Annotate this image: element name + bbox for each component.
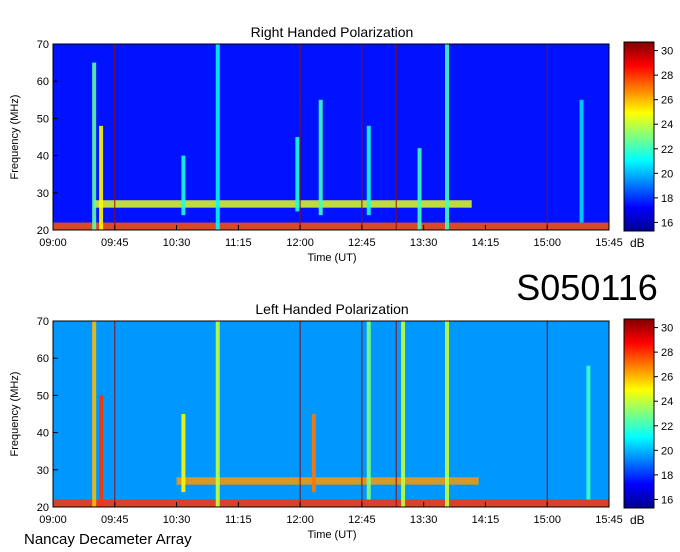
radio-burst [181,414,186,493]
colorbar-tick-label: 22 [661,421,673,433]
colorbar-tick-label: 26 [661,95,673,107]
radio-burst [99,395,104,507]
emission-band [176,477,479,485]
radio-burst [445,321,450,507]
radio-burst [295,137,300,212]
y-tick-label: 60 [37,76,49,88]
radio-burst [366,321,371,500]
radio-burst [215,321,220,507]
spectrogram-plot [53,44,609,230]
x-tick-label: 09:00 [39,237,67,249]
colorbar-ticks: 16 18 20 22 24 26 28 30 [654,46,673,229]
colorbar-label: dB [630,236,645,250]
x-axis-label: Time (UT) [307,529,356,541]
emission-band [53,222,609,230]
colorbar-tick-label: 28 [661,347,673,359]
date-code: S050116 [516,267,657,308]
x-tick-label: 15:00 [533,237,561,249]
y-tick-label: 60 [37,353,49,365]
radio-burst [579,99,584,223]
emission-band [53,499,609,507]
x-axis-label: Time (UT) [307,252,356,264]
y-tick-label: 70 [37,39,49,51]
x-tick-label: 15:45 [595,237,623,249]
radio-burst [99,125,104,230]
colorbar-tick-label: 28 [661,70,673,82]
x-tick-label: 10:30 [163,237,191,249]
right-polarization-panel: Right Handed Polarization 20 30 40 50 60 70 0… [9,24,673,264]
x-tick-label: 12:00 [286,514,314,526]
x-tick-label: 10:30 [163,514,191,526]
chart-title: Left Handed Polarization [255,301,408,317]
y-tick-label: 50 [37,113,49,125]
dynamic-spectra-figure: Right Handed Polarization 20 30 40 50 60 70 0… [9,24,673,548]
x-tick-label: 09:45 [101,237,129,249]
radio-burst [318,99,323,216]
chart-title: Right Handed Polarization [251,24,414,40]
y-tick-label: 20 [37,225,49,237]
x-tick-label: 15:45 [595,514,623,526]
x-tick-label: 09:00 [39,514,67,526]
colorbar-tick-label: 22 [661,144,673,156]
colorbar-tick-label: 18 [661,193,673,205]
colorbar-tick-label: 18 [661,470,673,482]
x-tick-label: 12:45 [348,514,376,526]
x-tick-label: 13:30 [410,237,438,249]
y-tick-label: 70 [37,316,49,328]
x-tick-label: 12:00 [286,237,314,249]
radio-burst [445,44,450,230]
colorbar-ticks: 16 18 20 22 24 26 28 30 [654,323,673,506]
y-tick-label: 20 [37,502,49,514]
x-tick-label: 09:45 [101,514,129,526]
colorbar-tick-label: 16 [661,217,673,229]
x-tick-label: 11:15 [225,237,252,249]
x-tick-label: 13:30 [410,514,438,526]
y-tick-label: 30 [37,465,49,477]
colorbar-tick-label: 20 [661,445,673,457]
colorbar-tick-label: 30 [661,46,673,58]
radio-burst [586,365,591,500]
x-tick-label: 14:15 [472,514,500,526]
colorbar [623,318,655,509]
y-tick-label: 30 [37,188,49,200]
y-tick-label: 50 [37,390,49,402]
colorbar-tick-label: 24 [661,396,673,408]
colorbar-tick-label: 26 [661,372,673,384]
y-axis-label: Frequency (MHz) [9,372,21,457]
colorbar-tick-label: 24 [661,119,673,131]
radio-burst [92,62,97,230]
x-tick-label: 14:15 [472,237,500,249]
colorbar [623,41,655,232]
emission-band [94,200,472,208]
x-tick-label: 12:45 [348,237,376,249]
radio-burst [366,125,371,216]
instrument-label: Nancay Decameter Array [24,531,192,548]
spectrogram-plot [53,321,609,507]
colorbar-tick-label: 16 [661,494,673,506]
radio-burst [401,321,406,507]
colorbar-label: dB [630,513,645,527]
radio-burst [311,414,316,493]
y-tick-label: 40 [37,151,49,163]
radio-burst [417,148,422,230]
y-axis-label: Frequency (MHz) [9,95,21,180]
colorbar-tick-label: 20 [661,168,673,180]
radio-burst [92,321,97,507]
y-tick-label: 40 [37,428,49,440]
x-tick-label: 11:15 [225,514,252,526]
radio-burst [215,44,220,230]
radio-burst [181,155,186,216]
colorbar-tick-label: 30 [661,323,673,335]
left-polarization-panel: Left Handed Polarization 20 30 40 50 60 70 09… [9,301,673,541]
x-tick-label: 15:00 [533,514,561,526]
